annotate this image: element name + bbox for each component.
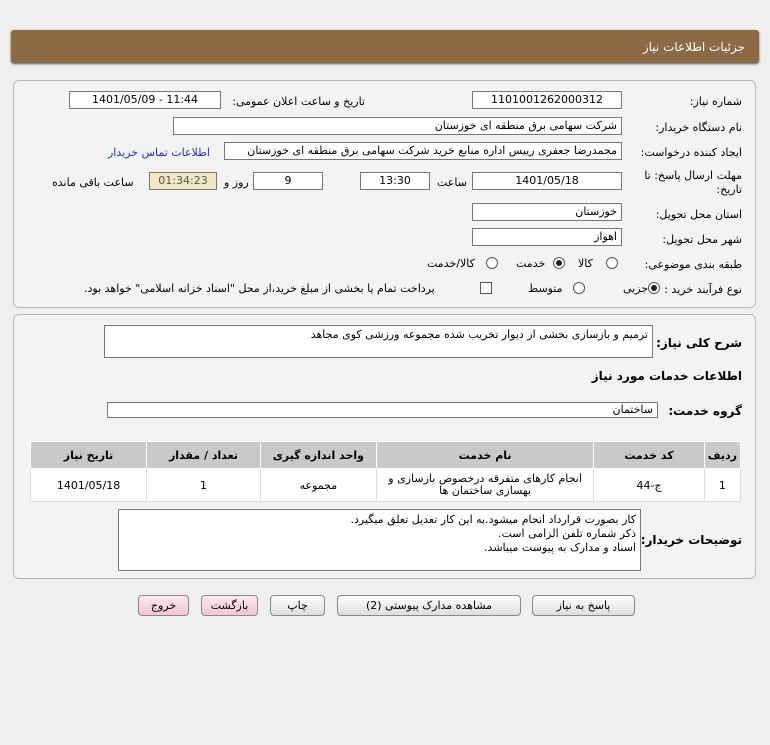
category-goods-service-label: کالا/خدمت xyxy=(427,257,475,270)
city-field: اهواز xyxy=(472,228,622,246)
contact-buyer-link[interactable]: اطلاعات تماس خریدار xyxy=(108,146,210,159)
page-title: جزئیات اطلاعات نیاز xyxy=(642,40,745,54)
category-radio-goods-service[interactable] xyxy=(486,257,498,269)
creator-label: ایجاد کننده درخواست: xyxy=(640,146,742,159)
category-radio-service[interactable] xyxy=(553,257,565,269)
process-radio-minor[interactable] xyxy=(648,282,660,294)
deadline-time-field: 13:30 xyxy=(360,172,430,190)
cell-qty: 1 xyxy=(146,468,261,502)
page-header: جزئیات اطلاعات نیاز xyxy=(11,30,759,63)
col-code: کد خدمت xyxy=(593,441,705,469)
province-label: استان محل تحویل: xyxy=(655,208,742,221)
days-label: روز و xyxy=(224,176,249,189)
process-minor-label: جزیی xyxy=(623,282,649,295)
back-button[interactable]: بازگشت xyxy=(201,595,258,616)
need-number-label: شماره نیاز: xyxy=(689,95,742,108)
category-radio-goods[interactable] xyxy=(606,257,618,269)
remaining-label: ساعت باقی مانده xyxy=(52,176,134,189)
notes-line-1: کار بصورت قرارداد انجام میشود.به این کار… xyxy=(350,513,637,526)
deadline-date-label: تاریخ: xyxy=(716,183,742,196)
announce-label: تاریخ و ساعت اعلان عمومی: xyxy=(232,95,365,108)
summary-label: شرح کلی نیاز: xyxy=(656,336,742,350)
category-goods-label: کالا xyxy=(578,257,593,270)
buyer-label: نام دستگاه خریدار: xyxy=(655,121,742,134)
deadline-date-field: 1401/05/18 xyxy=(472,172,622,190)
category-label: طبقه بندی موضوعی: xyxy=(644,258,742,271)
creator-field: محمدرضا جعفری رییس اداره منابع خرید شرکت… xyxy=(224,142,622,160)
cell-date: 1401/05/18 xyxy=(29,468,148,502)
city-label: شهر محل تحویل: xyxy=(662,233,742,246)
cell-unit: مجموعه xyxy=(259,468,377,502)
process-radio-medium[interactable] xyxy=(573,282,585,294)
process-label: نوع فرآیند خرید : xyxy=(664,283,742,296)
days-field: 9 xyxy=(253,172,323,190)
need-number-field: 1101001262000312 xyxy=(472,91,622,109)
col-qty: تعداد / مقدار xyxy=(146,441,261,469)
table-header-row: ردیف کد خدمت نام خدمت واحد اندازه گیری ت… xyxy=(29,441,742,469)
cell-name: انجام کارهای متفرقه درخصوص بازسازی و بهس… xyxy=(375,468,595,502)
col-date: تاریخ نیاز xyxy=(29,441,148,469)
reply-button[interactable]: پاسخ به نیاز xyxy=(532,595,635,616)
deadline-label: مهلت ارسال پاسخ: تا xyxy=(644,169,742,182)
cell-row: 1 xyxy=(703,468,742,502)
cell-code: ج-44 xyxy=(593,468,705,502)
announce-field: 1401/05/09 - 11:44 xyxy=(69,91,221,109)
notes-line-3: اسناد و مدارک به پیوست میباشد. xyxy=(484,541,636,554)
services-heading: اطلاعات خدمات مورد نیاز xyxy=(591,369,742,383)
print-button[interactable]: چاپ xyxy=(270,595,325,616)
remaining-time-field: 01:34:23 xyxy=(149,172,217,190)
exit-button[interactable]: خروج xyxy=(138,595,189,616)
buyer-notes-field: کار بصورت قرارداد انجام میشود.به این کار… xyxy=(118,509,641,571)
col-row: ردیف xyxy=(703,441,742,469)
buyer-field: شرکت سهامی برق منطقه ای خوزستان xyxy=(173,117,622,135)
attachments-button[interactable]: مشاهده مدارک پیوستی (2) xyxy=(337,595,521,616)
buyer-notes-label: توضیحات خریدار: xyxy=(640,533,742,547)
service-group-label: گروه خدمت: xyxy=(668,404,742,418)
need-details-panel xyxy=(13,80,756,308)
treasury-payment-label: پرداخت تمام یا بخشی از مبلغ خرید،از محل … xyxy=(84,282,435,295)
treasury-payment-checkbox[interactable] xyxy=(480,282,492,294)
col-unit: واحد اندازه گیری xyxy=(259,441,377,469)
service-group-field: ساختمان xyxy=(107,402,658,418)
deadline-time-label: ساعت xyxy=(437,176,467,189)
services-table: ردیف کد خدمت نام خدمت واحد اندازه گیری ت… xyxy=(29,441,742,502)
col-name: نام خدمت xyxy=(375,441,595,469)
province-field: خوزستان xyxy=(472,203,622,221)
category-service-label: خدمت xyxy=(516,257,546,270)
table-row: 1 ج-44 انجام کارهای متفرقه درخصوص بازساز… xyxy=(29,468,742,502)
notes-line-2: ذکر شماره تلفن الزامی است. xyxy=(498,527,636,540)
summary-field: ترمیم و بازسازی بخشی از دیوار تخریب شده … xyxy=(104,325,653,358)
process-medium-label: متوسط xyxy=(528,282,563,295)
